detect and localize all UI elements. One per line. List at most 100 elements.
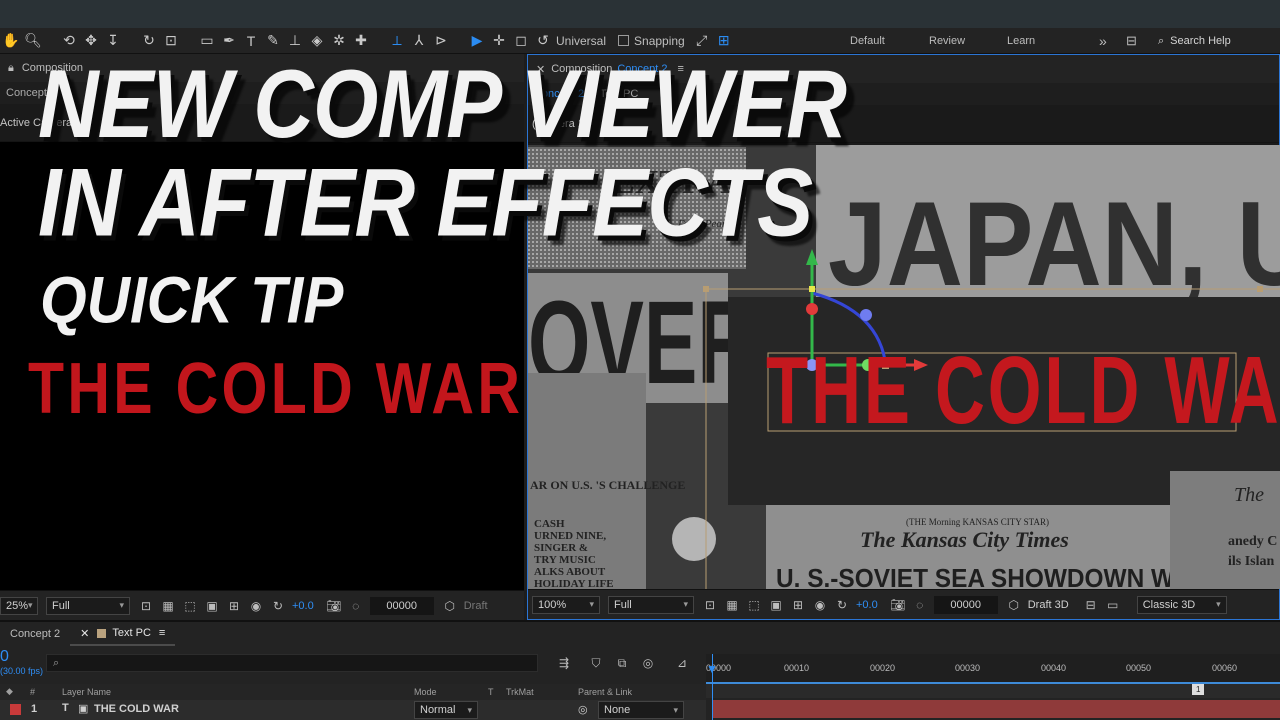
roto-brush-tool-icon[interactable]: ✲	[328, 30, 350, 52]
reset-exposure-icon[interactable]: ↻	[834, 597, 850, 613]
left-timecode[interactable]: 00000	[369, 596, 434, 615]
color-channels-icon[interactable]: ◉	[812, 597, 828, 613]
layer-label-color[interactable]	[10, 704, 21, 715]
panel-menu-icon[interactable]: ≡	[159, 627, 165, 639]
3d-layer-icon[interactable]: ▣	[78, 702, 88, 715]
region-of-interest-icon[interactable]: ▣	[204, 598, 220, 614]
layer-duration-bar[interactable]	[712, 700, 1280, 718]
grid-guides-icon[interactable]: ⊞	[226, 598, 242, 614]
show-snapshot-icon[interactable]: ◌	[912, 597, 928, 613]
right-zoom-dropdown[interactable]: 100% ▾	[532, 595, 600, 614]
type-tool-icon[interactable]: T	[240, 30, 262, 52]
right-timecode[interactable]: 00000	[933, 595, 998, 614]
grid-guides-icon[interactable]: ⊞	[790, 597, 806, 613]
eraser-tool-icon[interactable]: ◈	[306, 30, 328, 52]
3d-ground-plane-icon[interactable]: ▭	[1105, 597, 1121, 613]
bound-handle-left[interactable]	[703, 286, 709, 292]
t-column[interactable]: T	[488, 687, 494, 697]
label-column-icon[interactable]: ◆	[6, 686, 13, 697]
selection-tool-icon[interactable]: ▶	[466, 30, 488, 52]
fast-previews-icon[interactable]: ⊡	[702, 597, 718, 613]
draft-3d-toggle-icon[interactable]: ⛉	[588, 655, 604, 671]
zoom-tool-icon[interactable]: 🔍︎	[22, 30, 44, 52]
motion-blur-icon[interactable]: ◎	[640, 655, 656, 671]
rotate-tool-icon[interactable]: ↻	[138, 30, 160, 52]
rectangle-tool-icon[interactable]: ▭	[196, 30, 218, 52]
parent-link-column[interactable]: Parent & Link	[578, 687, 632, 697]
mask-visibility-icon[interactable]: ⬚	[182, 598, 198, 614]
dolly-camera-tool-icon[interactable]: ↧	[102, 30, 124, 52]
workspace-switcher-icon[interactable]: ⊟	[1126, 28, 1137, 54]
puppet-pin-tool-icon[interactable]: ✚	[350, 30, 372, 52]
color-channels-icon[interactable]: ◉	[248, 598, 264, 614]
fast-previews-icon[interactable]: ⊡	[138, 598, 154, 614]
right-resolution-dropdown[interactable]: Full ▾	[608, 595, 694, 614]
current-time-display[interactable]: 0	[0, 648, 9, 666]
pen-tool-icon[interactable]: ✒	[218, 30, 240, 52]
workspace-review[interactable]: Review	[929, 28, 965, 54]
scale-gizmo-icon[interactable]: ◻	[510, 30, 532, 52]
bound-handle-top-gizmo[interactable]	[809, 286, 815, 292]
composition-mini-flowchart-icon[interactable]: ⇶	[556, 655, 572, 671]
pan-camera-tool-icon[interactable]: ✥	[80, 30, 102, 52]
mode-column[interactable]: Mode	[414, 687, 437, 697]
extended-viewer-icon[interactable]: ⊟	[1083, 597, 1099, 613]
view-axis-mode-icon[interactable]: ⊳	[430, 30, 452, 52]
time-ruler[interactable]: 00000 00010 00020 00030 00040 00050 0006…	[706, 654, 1280, 682]
renderer-icon[interactable]: ⬡	[442, 598, 458, 614]
workspace-default[interactable]: Default	[850, 28, 885, 54]
transparency-grid-icon[interactable]: ▦	[724, 597, 740, 613]
graph-editor-icon[interactable]: ⊿	[674, 655, 690, 671]
left-draft-label[interactable]: Draft	[464, 600, 488, 612]
pick-whip-icon[interactable]: ◎	[578, 703, 588, 716]
search-help-box[interactable]: ⌕ Search Help	[1158, 31, 1276, 51]
layer-marker[interactable]: 1	[1192, 684, 1205, 695]
show-snapshot-icon[interactable]: ◌	[348, 598, 364, 614]
left-zoom-dropdown[interactable]: 25% ▾	[0, 596, 38, 615]
workspace-overflow-icon[interactable]: »	[1099, 28, 1107, 54]
left-resolution-dropdown[interactable]: Full ▾	[46, 596, 130, 615]
rotate-x-handle[interactable]	[806, 303, 818, 315]
frame-blending-icon[interactable]: ⧉	[614, 655, 630, 671]
snapshot-icon[interactable]: 📷︎	[326, 598, 342, 614]
hand-tool-icon[interactable]: ✋	[0, 30, 22, 52]
rotate-y-handle[interactable]	[860, 309, 872, 321]
universal-label[interactable]: Universal	[556, 34, 606, 48]
close-icon[interactable]: ✕	[80, 627, 89, 640]
workspace-learn[interactable]: Learn	[1007, 28, 1035, 54]
anchor-point-tool-icon[interactable]: ⊡	[160, 30, 182, 52]
playhead-marker-icon[interactable]: ▼	[706, 662, 718, 676]
blend-mode-dropdown[interactable]: Normal ▾	[414, 701, 478, 719]
draft3d-icon[interactable]: ⬡	[1006, 597, 1022, 613]
renderer-dropdown[interactable]: Classic 3D ▾	[1136, 595, 1227, 614]
local-axis-mode-icon[interactable]: ⟂	[386, 30, 408, 52]
world-axis-mode-icon[interactable]: ⅄	[408, 30, 430, 52]
rotate-gizmo-icon[interactable]: ↺	[532, 30, 554, 52]
right-exposure-value[interactable]: +0.0	[856, 599, 878, 611]
region-of-interest-icon[interactable]: ▣	[768, 597, 784, 613]
brush-tool-icon[interactable]: ✎	[262, 30, 284, 52]
move-gizmo-icon[interactable]: ✛	[488, 30, 510, 52]
snap-options-icon[interactable]: ⤢	[691, 30, 713, 52]
reset-exposure-icon[interactable]: ↻	[270, 598, 286, 614]
mask-visibility-icon[interactable]: ⬚	[746, 597, 762, 613]
snapping-checkbox[interactable]	[618, 35, 630, 46]
layer-name[interactable]: THE COLD WAR	[94, 703, 179, 715]
bound-handle-right[interactable]	[1257, 286, 1263, 292]
snapping-label[interactable]: Snapping	[634, 34, 685, 48]
orbit-camera-tool-icon[interactable]: ⟲	[58, 30, 80, 52]
work-area-bar[interactable]: 1	[706, 682, 1280, 698]
parent-dropdown[interactable]: None ▾	[598, 701, 684, 719]
trkmat-column[interactable]: TrkMat	[506, 687, 534, 697]
timeline-search-input[interactable]: ⌕	[46, 654, 538, 672]
layer-name-column[interactable]: Layer Name	[62, 687, 111, 697]
timeline-tab-concept2[interactable]: Concept 2	[0, 622, 70, 646]
clone-stamp-tool-icon[interactable]: ⊥	[284, 30, 306, 52]
layer-row[interactable]: 1 T ▣ THE COLD WAR Normal ▾ ◎ None ▾	[0, 700, 706, 720]
snap-target-icon[interactable]: ⊞	[713, 30, 735, 52]
snapshot-icon[interactable]: 📷︎	[890, 597, 906, 613]
lock-icon[interactable]: 🔒︎	[8, 62, 14, 75]
transparency-grid-icon[interactable]: ▦	[160, 598, 176, 614]
left-exposure-value[interactable]: +0.0	[292, 600, 314, 612]
draft3d-label[interactable]: Draft 3D	[1028, 599, 1069, 611]
